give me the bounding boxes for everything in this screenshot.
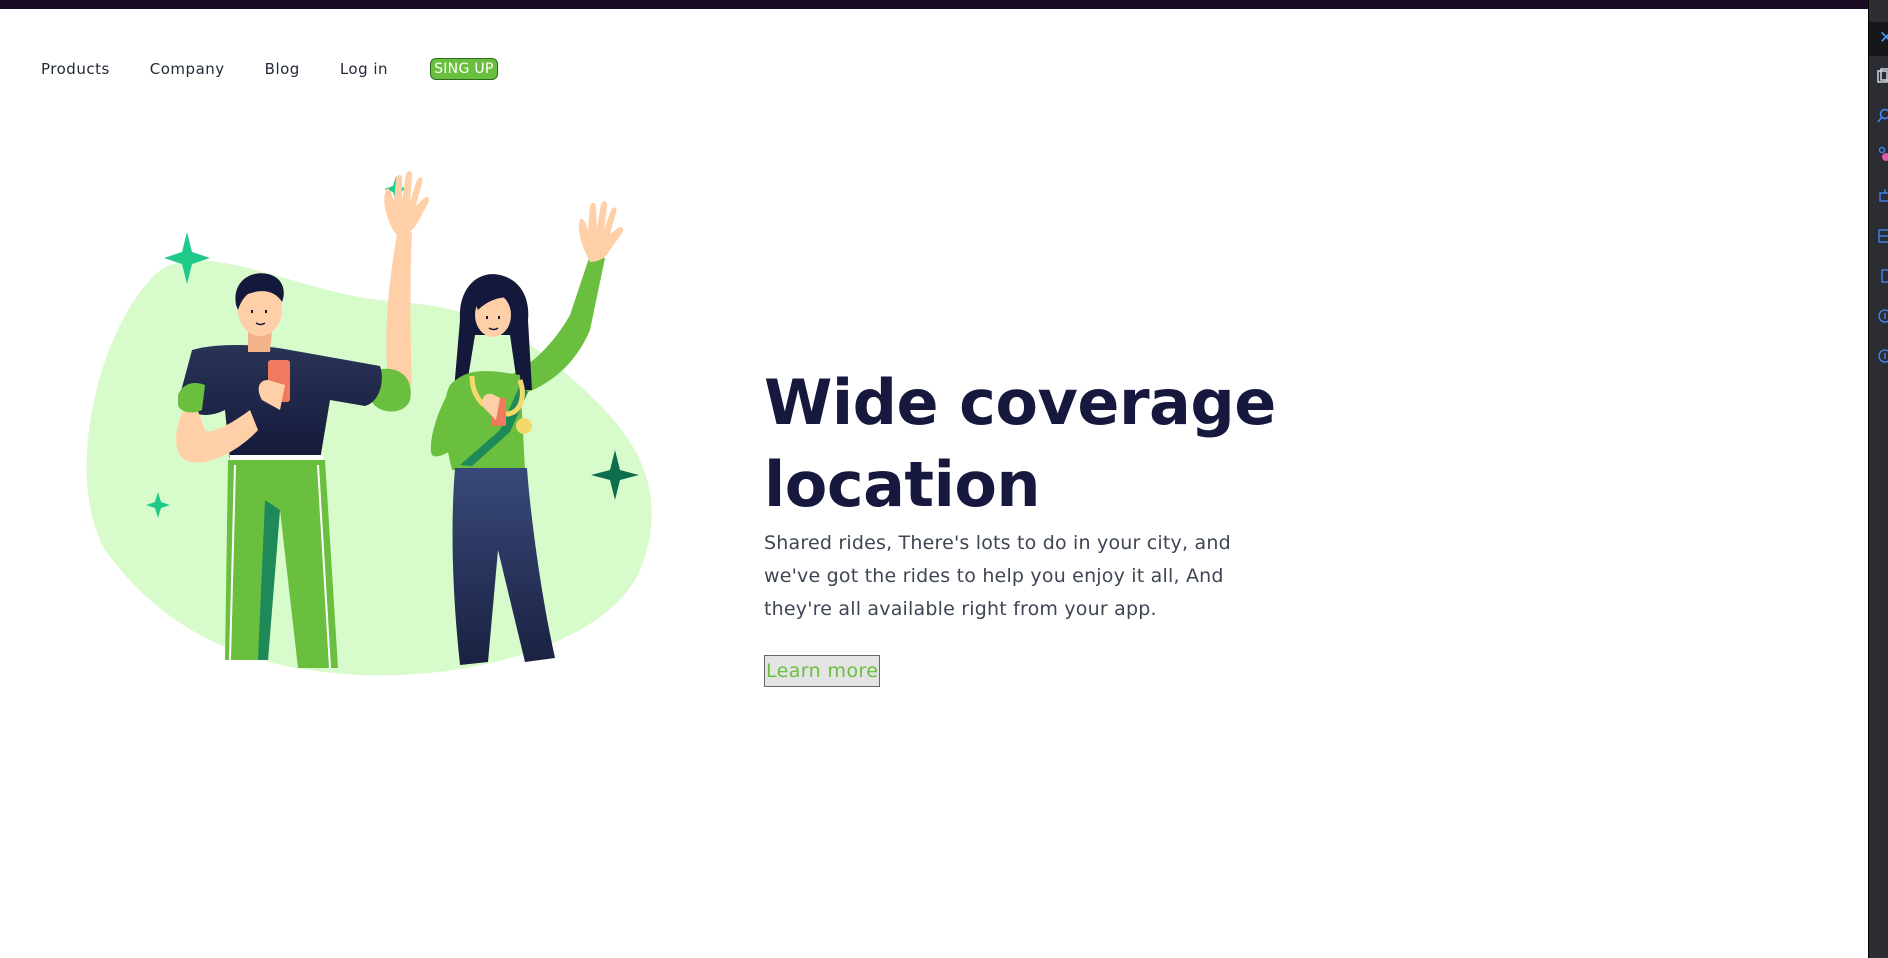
panel-icon[interactable] bbox=[1877, 268, 1888, 284]
search-icon[interactable] bbox=[1877, 108, 1888, 124]
info-icon[interactable] bbox=[1877, 308, 1888, 324]
top-strip bbox=[0, 0, 1868, 9]
hero-illustration bbox=[86, 171, 652, 676]
signup-button[interactable]: SING UP bbox=[430, 58, 498, 80]
hero-description: Shared rides, There's lots to do in your… bbox=[764, 532, 1231, 620]
main-navigation: Products Company Blog Log in SING UP bbox=[41, 56, 498, 82]
learn-more-button[interactable]: Learn more bbox=[764, 655, 881, 687]
nav-products[interactable]: Products bbox=[41, 60, 110, 78]
nav-blog[interactable]: Blog bbox=[265, 60, 300, 78]
nav-login[interactable]: Log in bbox=[340, 60, 388, 78]
hero-title: Wide coverage location bbox=[764, 366, 1276, 521]
nav-company[interactable]: Company bbox=[150, 60, 225, 78]
devtools-panel: ✕ bbox=[1868, 0, 1888, 958]
robot-icon[interactable] bbox=[1877, 188, 1888, 204]
copy-icon[interactable] bbox=[1877, 68, 1888, 84]
extensions-icon[interactable] bbox=[1877, 146, 1888, 162]
devtools-header: ✕ bbox=[1869, 22, 1888, 56]
close-icon[interactable]: ✕ bbox=[1879, 28, 1888, 48]
layout-icon[interactable] bbox=[1877, 228, 1888, 244]
info-icon-2[interactable] bbox=[1877, 348, 1888, 364]
